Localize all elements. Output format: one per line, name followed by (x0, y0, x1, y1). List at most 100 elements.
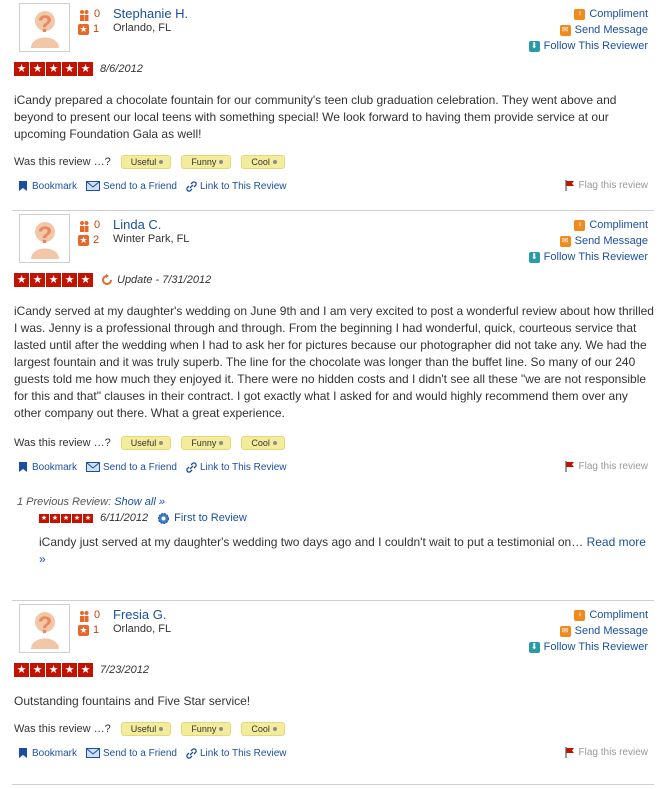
compliment-button[interactable]: ♀ Compliment (529, 607, 648, 623)
funny-button[interactable]: Funny (181, 722, 232, 736)
review-item: ? 0 ★ 1 Fresia G. Orlando, FL ♀ Complime… (12, 601, 654, 785)
cool-button[interactable]: Cool (241, 436, 285, 450)
useful-button[interactable]: Useful (120, 155, 172, 169)
bookmark-link[interactable]: Bookmark (17, 180, 77, 192)
star-icon: ★ (46, 663, 61, 677)
follow-button[interactable]: ⬇ Follow This Reviewer (528, 249, 648, 265)
reviews-count: 1 (93, 23, 100, 35)
reviews-count: 1 (93, 624, 100, 636)
friends-icon (80, 9, 89, 21)
follow-button[interactable]: ⬇ Follow This Reviewer (528, 38, 648, 54)
bookmark-link[interactable]: Bookmark (17, 747, 77, 759)
review-date: 7/23/2012 (100, 664, 149, 676)
star-rating: ★ ★ ★ ★ ★ (14, 273, 93, 287)
svg-text:?: ? (37, 612, 52, 639)
flag-review-link[interactable]: Flag this review (564, 461, 648, 472)
cool-button[interactable]: Cool (241, 722, 285, 736)
message-icon: ✉ (559, 625, 571, 637)
funny-button[interactable]: Funny (181, 436, 232, 450)
message-icon: ✉ (559, 235, 571, 247)
star-rating: ★ ★ ★ ★ ★ (39, 513, 93, 523)
send-message-button[interactable]: ✉ Send Message (529, 22, 648, 38)
previous-review-date: 6/11/2012 (100, 512, 149, 524)
rating-line: ★ ★ ★ ★ ★ Update - 7/31/2012 (12, 269, 654, 291)
link-to-review-link[interactable]: Link to This Review (186, 180, 286, 192)
review-header: ? 0 ★ 1 Fresia G. Orlando, FL ♀ Complime… (12, 601, 654, 659)
flag-icon (564, 180, 574, 191)
bookmark-link[interactable]: Bookmark (17, 461, 77, 473)
compliment-button[interactable]: ♀ Compliment (529, 217, 648, 233)
link-to-review-label: Link to This Review (199, 461, 287, 473)
vote-dot-icon (272, 441, 277, 445)
funny-label: Funny (191, 724, 217, 734)
svg-text:?: ? (37, 11, 52, 38)
send-to-friend-label: Send to a Friend (103, 180, 177, 192)
friends-count: 0 (94, 609, 101, 621)
star-icon: ★ (46, 62, 61, 76)
vote-dot-icon (219, 160, 224, 164)
review-links: Bookmark Send to a Friend Link to This R… (17, 177, 654, 195)
reviews-count: 2 (93, 234, 100, 246)
cool-label: Cool (251, 438, 270, 448)
funny-label: Funny (191, 157, 217, 167)
user-avatar[interactable]: ? (19, 3, 70, 52)
user-stats: 0 ★ 1 (78, 7, 100, 37)
useful-label: Useful (130, 157, 157, 167)
user-actions: ♀ Compliment ✉ Send Message ⬇ Follow Thi… (528, 217, 648, 265)
follow-label: Follow This Reviewer (543, 40, 648, 52)
user-stats: 0 ★ 1 (78, 608, 100, 638)
vote-dot-icon (159, 727, 164, 731)
compliment-label: Compliment (589, 8, 648, 20)
reviews-count-icon: ★ (78, 24, 89, 35)
user-name-link[interactable]: Linda C. (113, 217, 161, 232)
flag-review-link[interactable]: Flag this review (564, 747, 648, 758)
friends-count: 0 (94, 219, 101, 231)
star-icon: ★ (14, 663, 29, 677)
vote-question: Was this review …? (14, 156, 111, 168)
link-to-review-link[interactable]: Link to This Review (186, 461, 287, 473)
cool-button[interactable]: Cool (241, 155, 285, 169)
send-to-friend-link[interactable]: Send to a Friend (86, 181, 177, 192)
useful-button[interactable]: Useful (120, 436, 172, 450)
flag-label: Flag this review (578, 461, 648, 472)
vote-dot-icon (159, 441, 164, 445)
user-stats: 0 ★ 2 (78, 218, 100, 248)
review-header: ? 0 ★ 2 Linda C. Winter Park, FL ♀ Compl… (12, 211, 654, 269)
useful-button[interactable]: Useful (120, 722, 172, 736)
send-message-button[interactable]: ✉ Send Message (529, 623, 648, 639)
follow-label: Follow This Reviewer (543, 251, 648, 263)
funny-button[interactable]: Funny (181, 155, 232, 169)
user-avatar[interactable]: ? (19, 214, 70, 263)
flag-icon (564, 747, 574, 758)
previous-review-excerpt: iCandy just served at my daughter's wedd… (39, 535, 587, 549)
user-avatar[interactable]: ? (19, 604, 70, 653)
flag-label: Flag this review (578, 180, 648, 191)
send-to-friend-link[interactable]: Send to a Friend (86, 462, 177, 473)
user-actions: ♀ Compliment ✉ Send Message ⬇ Follow Thi… (528, 607, 648, 655)
chain-link-icon (186, 180, 197, 192)
vote-dot-icon (219, 441, 224, 445)
user-name-link[interactable]: Fresia G. (113, 607, 166, 622)
send-to-friend-link[interactable]: Send to a Friend (86, 748, 177, 759)
compliment-button[interactable]: ♀ Compliment (529, 6, 648, 22)
show-all-link[interactable]: Show all » (114, 496, 165, 508)
link-to-review-link[interactable]: Link to This Review (186, 747, 286, 759)
user-actions: ♀ Compliment ✉ Send Message ⬇ Follow Thi… (528, 6, 648, 54)
user-name-link[interactable]: Stephanie H. (113, 6, 188, 21)
chain-link-icon (186, 747, 197, 759)
review-text: iCandy prepared a chocolate fountain for… (14, 93, 617, 141)
flag-icon (564, 461, 574, 472)
bookmark-label: Bookmark (32, 747, 78, 759)
follow-button[interactable]: ⬇ Follow This Reviewer (528, 639, 648, 655)
vote-dot-icon (272, 727, 277, 731)
avatar-placeholder-icon: ? (30, 611, 59, 649)
star-icon: ★ (78, 62, 93, 76)
review-text: iCandy served at my daughter's wedding o… (14, 304, 654, 420)
flag-label: Flag this review (578, 747, 648, 758)
star-icon: ★ (30, 62, 45, 76)
star-icon: ★ (14, 62, 29, 76)
send-message-label: Send Message (574, 625, 648, 637)
flag-review-link[interactable]: Flag this review (564, 180, 648, 191)
vote-dot-icon (272, 160, 277, 164)
send-message-button[interactable]: ✉ Send Message (529, 233, 648, 249)
